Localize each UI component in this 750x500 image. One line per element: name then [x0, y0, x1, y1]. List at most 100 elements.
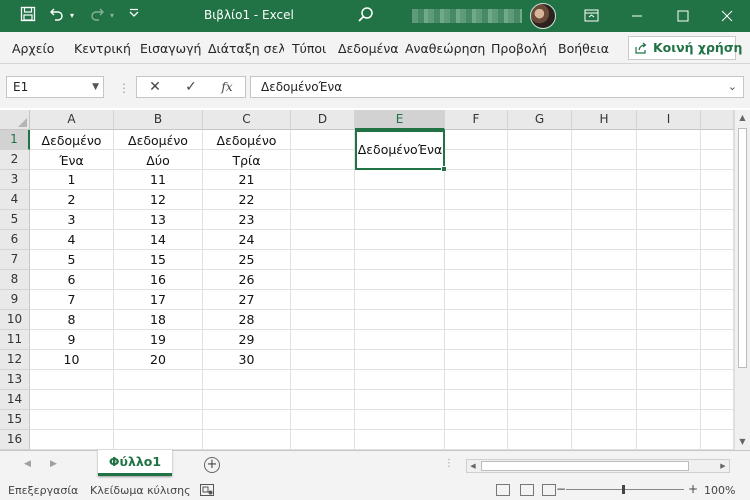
tab-split-handle-icon[interactable]: ⋮ — [444, 458, 454, 469]
row-header-8[interactable]: 8 — [0, 270, 30, 290]
tab-page-layout[interactable]: Διάταξη σελί — [208, 41, 284, 56]
cell-c8[interactable]: 26 — [203, 270, 290, 289]
cell-b1[interactable]: Δεδομένο — [114, 131, 202, 149]
scroll-down-icon[interactable]: ▼ — [735, 434, 750, 450]
cell-c4[interactable]: 22 — [203, 190, 290, 209]
share-button[interactable]: Κοινή χρήση — [628, 36, 742, 60]
search-icon[interactable] — [356, 5, 376, 25]
column-header-a[interactable]: A — [30, 110, 114, 130]
row-header-3[interactable]: 3 — [0, 170, 30, 190]
undo-icon[interactable] — [46, 6, 66, 26]
save-icon[interactable] — [18, 6, 38, 26]
enter-icon[interactable]: ✓ — [174, 76, 208, 98]
cell-a8[interactable]: 6 — [30, 270, 113, 289]
customize-toolbar-icon[interactable] — [126, 6, 142, 26]
tab-view[interactable]: Προβολή — [491, 41, 547, 56]
column-header-h[interactable]: H — [572, 110, 637, 130]
chevron-down-icon[interactable]: ▼ — [92, 77, 99, 97]
sheet-tab[interactable]: Φύλλο1 — [98, 450, 172, 476]
cell-b5[interactable]: 13 — [114, 210, 202, 229]
cell-c7[interactable]: 25 — [203, 250, 290, 269]
cell-c1[interactable]: Δεδομένο — [203, 131, 290, 149]
avatar[interactable] — [530, 3, 556, 29]
cell-a11[interactable]: 9 — [30, 330, 113, 349]
more-options-icon[interactable]: ⋮ — [118, 81, 130, 95]
active-cell-e1[interactable]: ΔεδομένοΈνα — [355, 130, 445, 170]
row-header-13[interactable]: 13 — [0, 370, 30, 390]
name-box[interactable]: E1 ▼ — [6, 76, 104, 98]
formula-input[interactable]: ΔεδομένοΈνα ⌄ — [250, 76, 744, 98]
cell-b7[interactable]: 15 — [114, 250, 202, 269]
column-header-g[interactable]: G — [508, 110, 572, 130]
column-header-e[interactable]: E — [355, 110, 445, 130]
tab-file[interactable]: Αρχείο — [12, 41, 54, 56]
cell-b10[interactable]: 18 — [114, 310, 202, 329]
cell-b11[interactable]: 19 — [114, 330, 202, 349]
cell-a2[interactable]: Ένα — [30, 151, 113, 169]
cell-b2[interactable]: Δύο — [114, 151, 202, 169]
scroll-left-icon[interactable]: ◀ — [467, 460, 479, 472]
row-header-14[interactable]: 14 — [0, 390, 30, 410]
tab-insert[interactable]: Εισαγωγή — [140, 41, 201, 56]
cell-b8[interactable]: 16 — [114, 270, 202, 289]
vertical-scrollbar[interactable]: ▲ ▼ — [734, 110, 750, 452]
vertical-scroll-thumb[interactable] — [738, 128, 747, 368]
row-header-10[interactable]: 10 — [0, 310, 30, 330]
cell-a6[interactable]: 4 — [30, 230, 113, 249]
cell-a9[interactable]: 7 — [30, 290, 113, 309]
column-header-i[interactable]: I — [637, 110, 701, 130]
row-header-15[interactable]: 15 — [0, 410, 30, 430]
undo-dropdown-icon[interactable]: ▾ — [66, 6, 78, 26]
scroll-up-icon[interactable]: ▲ — [735, 110, 750, 126]
column-header-partial[interactable] — [701, 110, 734, 130]
column-header-d[interactable]: D — [291, 110, 355, 130]
tab-review[interactable]: Αναθεώρηση — [405, 41, 485, 56]
minimize-icon[interactable] — [614, 0, 660, 32]
expand-formula-bar-icon[interactable]: ⌄ — [728, 77, 737, 97]
row-header-12[interactable]: 12 — [0, 350, 30, 370]
row-header-16[interactable]: 16 — [0, 430, 30, 450]
tab-home[interactable]: Κεντρική — [74, 41, 131, 56]
column-header-c[interactable]: C — [203, 110, 291, 130]
cell-c3[interactable]: 21 — [203, 170, 290, 189]
cell-b3[interactable]: 11 — [114, 170, 202, 189]
maximize-icon[interactable] — [660, 0, 706, 32]
next-sheet-icon[interactable]: ▶ — [50, 459, 57, 469]
cell-a5[interactable]: 3 — [30, 210, 113, 229]
tab-formulas[interactable]: Τύποι — [292, 41, 326, 56]
cell-a1[interactable]: Δεδομένο — [30, 131, 113, 149]
cell-a3[interactable]: 1 — [30, 170, 113, 189]
column-header-b[interactable]: B — [114, 110, 203, 130]
row-header-6[interactable]: 6 — [0, 230, 30, 250]
page-layout-view-icon[interactable] — [520, 484, 534, 496]
fill-handle[interactable] — [441, 166, 447, 172]
cell-b12[interactable]: 20 — [114, 350, 202, 369]
cell-c11[interactable]: 29 — [203, 330, 290, 349]
cell-b4[interactable]: 12 — [114, 190, 202, 209]
select-all-corner[interactable] — [0, 110, 30, 130]
cell-a4[interactable]: 2 — [30, 190, 113, 209]
add-sheet-icon[interactable]: + — [204, 457, 220, 473]
cell-c9[interactable]: 27 — [203, 290, 290, 309]
cancel-icon[interactable]: ✕ — [138, 76, 172, 98]
column-header-f[interactable]: F — [445, 110, 508, 130]
cell-b6[interactable]: 14 — [114, 230, 202, 249]
cell-a10[interactable]: 8 — [30, 310, 113, 329]
cell-b9[interactable]: 17 — [114, 290, 202, 309]
cell-c2[interactable]: Τρία — [203, 151, 290, 169]
ribbon-display-options-icon[interactable] — [568, 0, 614, 32]
tab-help[interactable]: Βοήθεια — [558, 41, 609, 56]
row-header-1[interactable]: 1 — [0, 130, 30, 150]
macro-record-icon[interactable] — [200, 484, 214, 499]
cell-c5[interactable]: 23 — [203, 210, 290, 229]
cell-a12[interactable]: 10 — [30, 350, 113, 369]
page-break-view-icon[interactable] — [542, 484, 556, 496]
worksheet-grid[interactable]: A B C D E F G H I 1 2 3 4 5 6 7 8 9 10 11 12 13 14 15 16 Δεδομένο… — [0, 110, 734, 450]
row-header-2[interactable]: 2 — [0, 150, 30, 170]
prev-sheet-icon[interactable]: ◀ — [24, 459, 31, 469]
close-icon[interactable] — [704, 0, 750, 32]
row-header-9[interactable]: 9 — [0, 290, 30, 310]
cell-c10[interactable]: 28 — [203, 310, 290, 329]
row-header-7[interactable]: 7 — [0, 250, 30, 270]
zoom-slider[interactable] — [566, 489, 684, 490]
